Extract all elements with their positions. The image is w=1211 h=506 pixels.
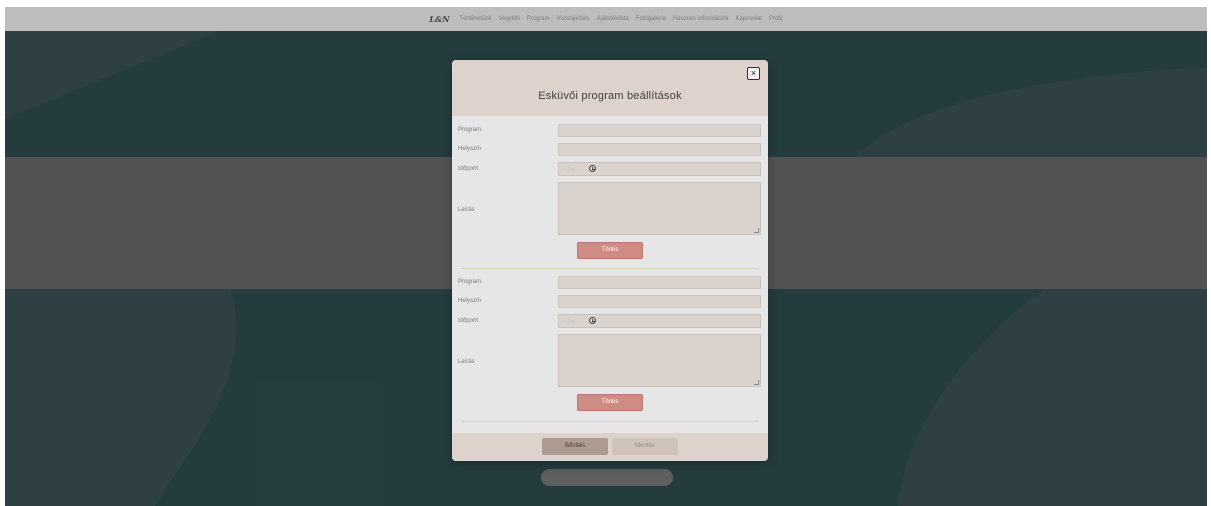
close-icon[interactable]: × bbox=[747, 67, 760, 80]
nav-item-tortenetunk[interactable]: Történetünk bbox=[460, 16, 492, 22]
resize-grip-icon[interactable] bbox=[754, 228, 759, 233]
time-label: Időpont bbox=[458, 318, 479, 324]
location-input[interactable] bbox=[558, 143, 761, 156]
nav-item-fotogaleria[interactable]: Fotógaléria bbox=[636, 16, 666, 22]
description-label: Leírás bbox=[458, 359, 475, 365]
time-label: Időpont bbox=[458, 166, 479, 172]
nav-item-visszajelzes[interactable]: Visszajelzés bbox=[557, 16, 590, 22]
nav-item-vegyklo[interactable]: Vegyklő bbox=[499, 16, 520, 22]
nav-logo[interactable]: L&N bbox=[429, 14, 449, 24]
save-button[interactable]: Mentés bbox=[612, 438, 678, 455]
clock-icon[interactable] bbox=[589, 165, 596, 172]
modal-footer: Bővítés Mentés bbox=[452, 433, 768, 461]
modal-body[interactable]: Program Helyszín Időpont --:-- Leírás Tö… bbox=[452, 116, 768, 433]
top-navbar: L&N Történetünk Vegyklő Program Visszaje… bbox=[5, 7, 1207, 31]
program-label: Program bbox=[458, 279, 482, 285]
add-button[interactable]: Bővítés bbox=[542, 438, 608, 455]
description-textarea[interactable] bbox=[558, 182, 761, 235]
nav-item-profil[interactable]: Profil bbox=[769, 16, 783, 22]
program-entry: Program Helyszín Időpont --:-- Leírás Tö… bbox=[452, 116, 768, 268]
time-value: --:-- bbox=[563, 319, 576, 325]
delete-button[interactable]: Törlés bbox=[577, 394, 643, 411]
program-input[interactable] bbox=[558, 276, 761, 289]
nav-item-program[interactable]: Program bbox=[527, 16, 550, 22]
time-input[interactable]: --:-- bbox=[558, 162, 761, 176]
description-label: Leírás bbox=[458, 207, 475, 213]
program-entry: Program Helyszín Időpont --:-- Leírás Tö… bbox=[452, 268, 768, 420]
clock-icon[interactable] bbox=[589, 317, 596, 324]
program-settings-modal: × Esküvői program beállítások Program He… bbox=[452, 60, 768, 461]
location-label: Helyszín bbox=[458, 298, 482, 304]
location-label: Helyszín bbox=[458, 146, 482, 152]
location-input[interactable] bbox=[558, 295, 761, 308]
entry-separator bbox=[461, 421, 758, 422]
modal-header: × Esküvői program beállítások bbox=[452, 60, 768, 116]
nav-item-ajandeklista[interactable]: Ajándéklista bbox=[597, 16, 629, 22]
description-textarea[interactable] bbox=[558, 334, 761, 387]
resize-grip-icon[interactable] bbox=[754, 380, 759, 385]
nav-item-kapcsolat[interactable]: Kapcsolat bbox=[736, 16, 762, 22]
time-value: --:-- bbox=[563, 167, 576, 173]
nav-item-hasznos-informaciok[interactable]: Hasznos információk bbox=[673, 16, 729, 22]
time-input[interactable]: --:-- bbox=[558, 314, 761, 328]
delete-button[interactable]: Törlés bbox=[577, 242, 643, 259]
program-label: Program bbox=[458, 127, 482, 133]
modal-title: Esküvői program beállítások bbox=[538, 90, 682, 102]
program-input[interactable] bbox=[558, 124, 761, 137]
